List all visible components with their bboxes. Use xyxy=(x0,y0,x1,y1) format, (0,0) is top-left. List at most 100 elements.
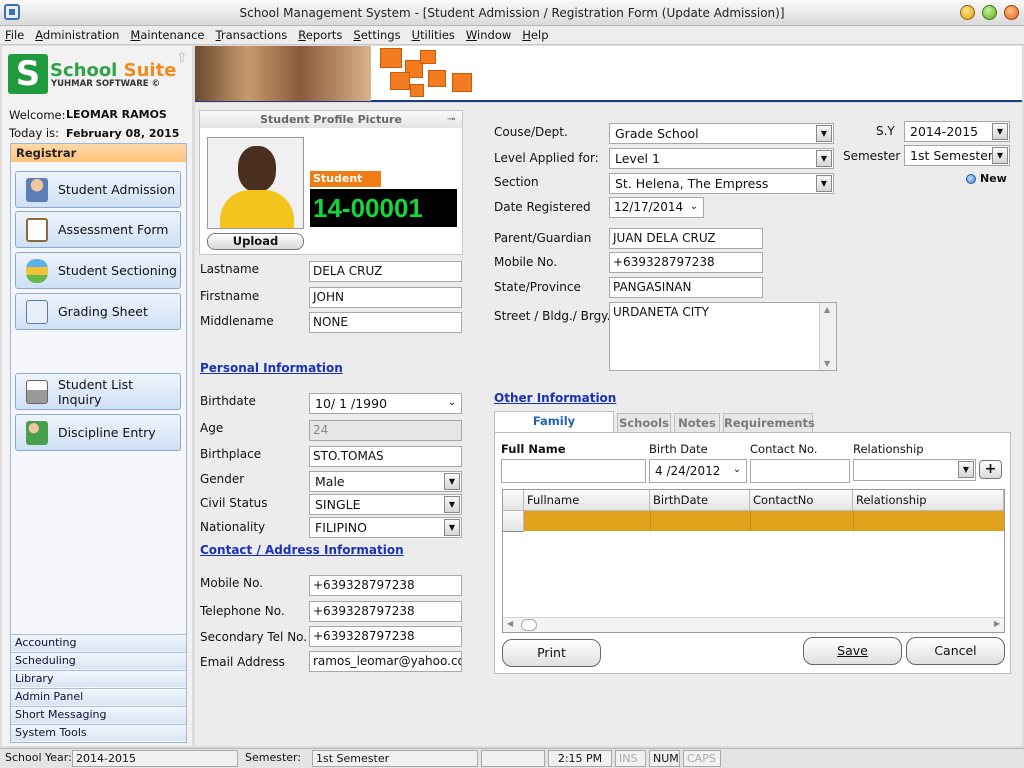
nav-group-scheduling[interactable]: Scheduling xyxy=(11,652,186,669)
menu-transactions[interactable]: Transactions xyxy=(216,28,288,42)
chevron-down-icon[interactable]: ▼ xyxy=(816,175,832,192)
grid-row-selector[interactable] xyxy=(503,511,524,532)
grid-header-relationship[interactable]: Relationship xyxy=(853,490,1004,511)
logo-text: School Suite xyxy=(50,60,176,81)
chevron-down-icon[interactable]: ⌄ xyxy=(444,395,460,412)
menu-utilities[interactable]: Utilities xyxy=(412,28,455,42)
section-select[interactable]: St. Helena, The Empress ▼ xyxy=(609,173,834,194)
level-select[interactable]: Level 1 ▼ xyxy=(609,148,834,169)
tab-schools[interactable]: Schools xyxy=(617,413,671,433)
sy-select[interactable]: 2014-2015 ▼ xyxy=(904,121,1010,142)
nav-discipline-entry[interactable]: Discipline Entry xyxy=(15,414,181,451)
family-contact-field[interactable] xyxy=(750,459,850,483)
personal-info-heading[interactable]: Personal Information xyxy=(200,361,343,375)
state-field[interactable]: PANGASINAN xyxy=(609,277,763,298)
pin-icon[interactable]: ⊸ xyxy=(447,114,455,125)
tab-family-background[interactable]: Family Background xyxy=(494,411,614,447)
nav-student-admission[interactable]: Student Admission xyxy=(15,171,181,208)
close-button[interactable] xyxy=(1004,5,1019,20)
save-button[interactable]: Save xyxy=(803,637,902,665)
menu-file[interactable]: File xyxy=(5,28,24,42)
mobile-field[interactable]: +639328797238 xyxy=(309,575,462,596)
upload-button[interactable]: Upload xyxy=(207,233,304,250)
relationship-select[interactable]: ▼ xyxy=(853,459,976,481)
grid-header-contactno[interactable]: ContactNo xyxy=(750,490,853,511)
chevron-down-icon[interactable]: ▼ xyxy=(816,150,832,167)
nav-group-library[interactable]: Library xyxy=(11,670,186,687)
chevron-down-icon[interactable]: ⌄ xyxy=(686,199,702,216)
scroll-thumb[interactable] xyxy=(521,619,537,631)
family-birthdate-value: 4 /24/2012 xyxy=(655,464,721,478)
chevron-down-icon[interactable]: ▼ xyxy=(444,473,460,490)
chevron-down-icon[interactable]: ▼ xyxy=(992,123,1008,140)
guardian-mobile-field[interactable]: +639328797238 xyxy=(609,252,763,273)
secondary-tel-field[interactable]: +639328797238 xyxy=(309,626,462,647)
telephone-field[interactable]: +639328797238 xyxy=(309,601,462,622)
family-birthdate-picker[interactable]: 4 /24/2012 ⌄ xyxy=(649,459,747,483)
chevron-down-icon[interactable]: ▼ xyxy=(992,147,1008,164)
birthplace-field[interactable]: STO.TOMAS xyxy=(309,446,462,467)
table-row[interactable] xyxy=(524,511,1004,531)
menu-maintenance[interactable]: Maintenance xyxy=(130,28,204,42)
nationality-select[interactable]: FILIPINO ▼ xyxy=(309,517,462,538)
semester-select[interactable]: 1st Semester ▼ xyxy=(904,145,1010,166)
menu-administration[interactable]: Administration xyxy=(35,28,119,42)
relationship-label: Relationship xyxy=(853,442,924,456)
nav-group-system-tools[interactable]: System Tools xyxy=(11,724,186,741)
scroll-down-icon[interactable]: ▼ xyxy=(824,359,830,368)
street-textarea[interactable]: URDANETA CITY xyxy=(609,302,837,371)
add-member-button[interactable]: + xyxy=(979,460,1002,479)
scroll-right-icon[interactable]: ▶ xyxy=(994,619,1000,628)
menu-window[interactable]: Window xyxy=(466,28,511,42)
nav-group-short-messaging[interactable]: Short Messaging xyxy=(11,706,186,723)
new-radio-icon[interactable] xyxy=(966,174,976,184)
nav-header-registrar[interactable]: Registrar xyxy=(11,144,186,162)
print-button[interactable]: Print xyxy=(502,639,601,667)
course-select[interactable]: Grade School ▼ xyxy=(609,123,834,144)
nav-student-sectioning[interactable]: Student Sectioning xyxy=(15,252,181,289)
state-label: State/Province xyxy=(494,280,581,294)
civil-status-select[interactable]: SINGLE ▼ xyxy=(309,494,462,515)
gender-select[interactable]: Male ▼ xyxy=(309,471,462,492)
nav-assessment-form[interactable]: Assessment Form xyxy=(15,211,181,248)
middlename-field[interactable]: NONE xyxy=(309,312,462,333)
birthdate-picker[interactable]: 10/ 1 /1990 ⌄ xyxy=(309,393,462,414)
other-info-heading[interactable]: Other Information xyxy=(494,391,616,405)
nav-grading-sheet[interactable]: Grading Sheet xyxy=(15,293,181,330)
student-no-value: 14-00001 xyxy=(310,189,457,227)
date-registered-picker[interactable]: 12/17/2014 ⌄ xyxy=(609,197,704,218)
cancel-button[interactable]: Cancel xyxy=(906,637,1005,665)
scroll-up-icon[interactable]: ▲ xyxy=(824,305,830,314)
chevron-down-icon[interactable]: ▼ xyxy=(444,519,460,536)
grid-horizontal-scrollbar[interactable]: ◀ ▶ xyxy=(503,617,1004,632)
chevron-down-icon[interactable]: ▼ xyxy=(444,496,460,513)
tab-notes[interactable]: Notes xyxy=(674,413,720,433)
user-icon xyxy=(26,177,48,202)
chevron-down-icon[interactable]: ⌄ xyxy=(729,462,745,479)
family-fullname-field[interactable] xyxy=(501,459,646,483)
nav-group-admin-panel[interactable]: Admin Panel xyxy=(11,688,186,705)
nav-student-list-inquiry[interactable]: Student List Inquiry xyxy=(15,373,181,410)
chevron-down-icon[interactable]: ▼ xyxy=(958,461,974,478)
chevron-down-icon[interactable]: ▼ xyxy=(816,125,832,142)
street-scrollbar[interactable]: ▲ ▼ xyxy=(819,303,836,370)
grid-header-birthdate[interactable]: BirthDate xyxy=(650,490,750,511)
menu-reports[interactable]: Reports xyxy=(298,28,342,42)
age-label: Age xyxy=(200,421,224,435)
parent-field[interactable]: JUAN DELA CRUZ xyxy=(609,228,763,249)
minimize-button[interactable] xyxy=(960,5,975,20)
pin-icon[interactable]: ⇧ xyxy=(176,50,188,66)
email-field[interactable]: ramos_leomar@yahoo.com xyxy=(309,651,462,672)
grid-header-fullname[interactable]: Fullname xyxy=(524,490,650,511)
lastname-field[interactable]: DELA CRUZ xyxy=(309,261,462,282)
app-icon[interactable] xyxy=(4,4,20,20)
maximize-button[interactable] xyxy=(982,5,997,20)
tab-requirements[interactable]: Requirements xyxy=(723,413,815,433)
student-photo xyxy=(207,137,304,229)
menu-settings[interactable]: Settings xyxy=(353,28,400,42)
menu-help[interactable]: Help xyxy=(522,28,548,42)
contact-info-heading[interactable]: Contact / Address Information xyxy=(200,543,404,557)
nav-group-accounting[interactable]: Accounting xyxy=(11,634,186,651)
firstname-field[interactable]: JOHN xyxy=(309,287,462,308)
scroll-left-icon[interactable]: ◀ xyxy=(507,619,513,628)
